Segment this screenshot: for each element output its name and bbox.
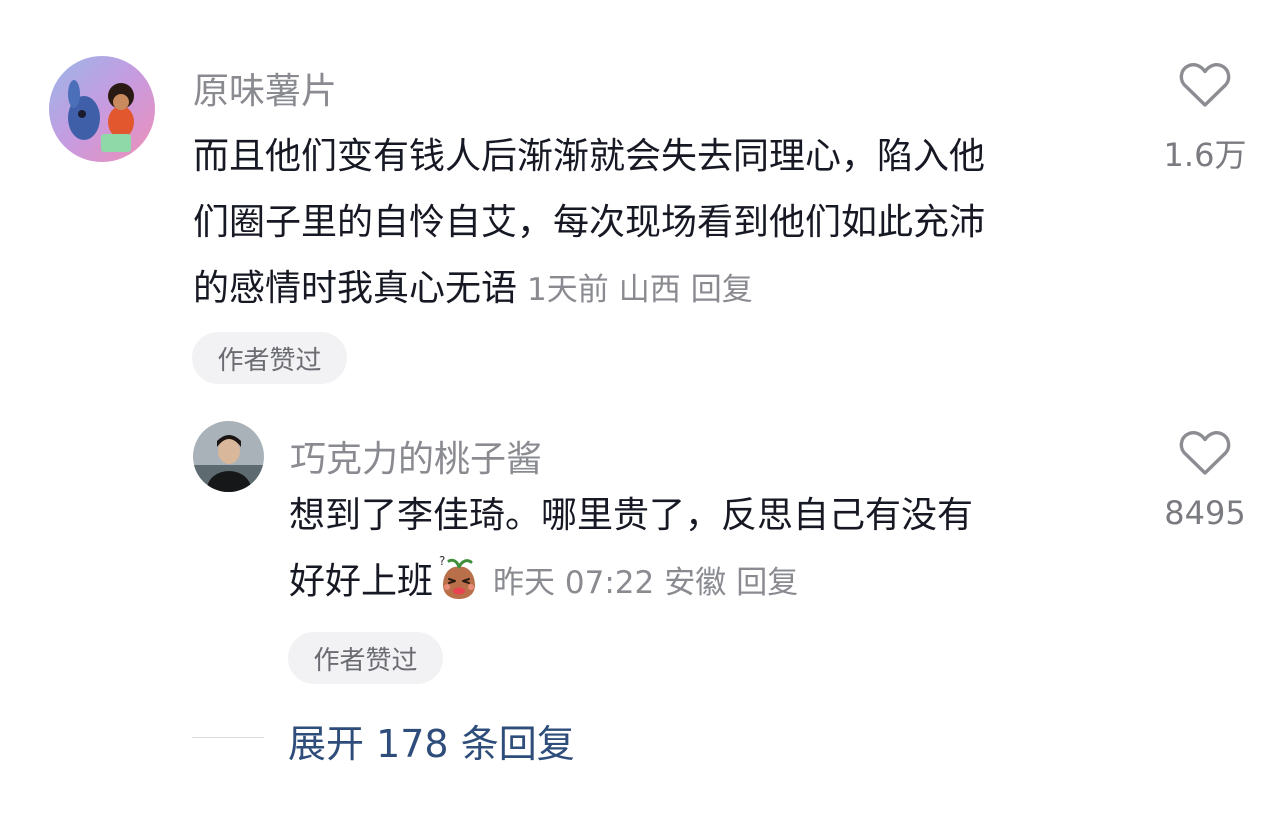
avatar[interactable] bbox=[49, 56, 155, 162]
like-count: 8495 bbox=[1164, 494, 1246, 532]
comment-text-line: 而且他们变有钱人后渐渐就会失去同理心，陷入他 bbox=[193, 136, 986, 177]
comment-text-line: 好好上班 ? 昨天 07:22 安徽 回复 bbox=[289, 549, 973, 623]
comment-time: 1天前 bbox=[527, 272, 609, 308]
comment-text: 而且他们变有钱人后渐渐就会失去同理心，陷入他 们圈子里的自怜自艾，每次现场看到他… bbox=[193, 124, 985, 323]
comment-time: 昨天 07:22 bbox=[493, 565, 655, 601]
reply-button[interactable]: 回复 bbox=[736, 565, 798, 601]
author-liked-badge: 作者赞过 bbox=[192, 332, 347, 384]
comment-location: 山西 bbox=[618, 272, 681, 308]
comment-username[interactable]: 原味薯片 bbox=[193, 62, 337, 114]
comment-meta: 1天前 山西 回复 bbox=[527, 272, 763, 308]
svg-text:?: ? bbox=[439, 554, 445, 568]
comment-location: 安徽 bbox=[664, 565, 727, 601]
comment-text: 想到了李佳琦。哪里贵了，反思自己有没有 好好上班 ? 昨天 07:22 安徽 回复 bbox=[289, 483, 973, 623]
expand-replies-button[interactable]: 展开 178 条回复 bbox=[288, 713, 575, 768]
like-button[interactable]: 1.6万 bbox=[1160, 62, 1250, 176]
heart-outline-icon[interactable] bbox=[1179, 62, 1231, 108]
heart-outline-icon[interactable] bbox=[1179, 430, 1231, 476]
comment-text-line: 想到了李佳琦。哪里贵了，反思自己有没有 bbox=[289, 495, 974, 536]
comment-text-line: 们圈子里的自怜自艾，每次现场看到他们如此充沛 bbox=[193, 202, 986, 243]
author-liked-badge: 作者赞过 bbox=[288, 632, 443, 684]
comment-text-line: 的感情时我真心无语 1天前 山西 回复 bbox=[193, 256, 985, 323]
divider bbox=[192, 737, 264, 738]
like-button[interactable]: 8495 bbox=[1160, 430, 1250, 532]
comment-meta: 昨天 07:22 安徽 回复 bbox=[493, 565, 808, 601]
avatar[interactable] bbox=[193, 421, 264, 492]
reply-button[interactable]: 回复 bbox=[691, 272, 753, 308]
crying-face-emoji-icon: ? bbox=[435, 553, 483, 623]
comment-username[interactable]: 巧克力的桃子酱 bbox=[290, 430, 542, 482]
like-count: 1.6万 bbox=[1163, 136, 1247, 174]
